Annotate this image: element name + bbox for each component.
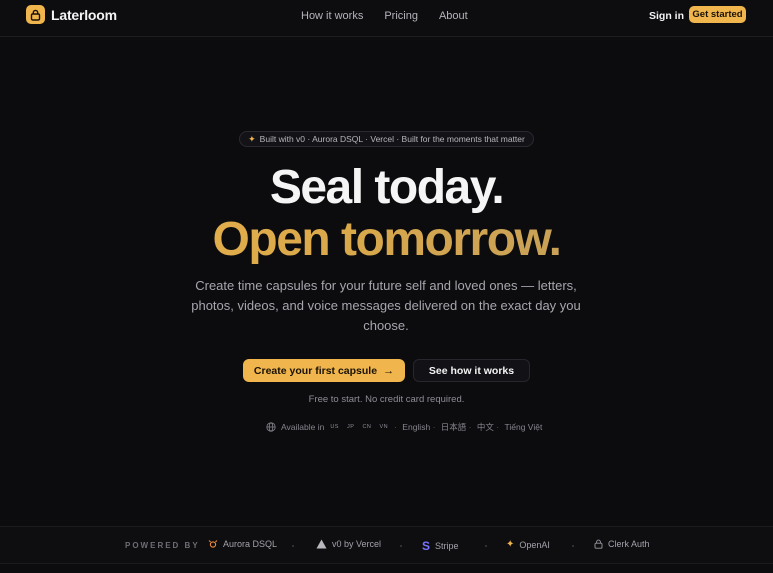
- flag-vn: VN: [379, 424, 389, 430]
- powered-by-strip: POWERED BY Aurora DSQL v0 by Vercel S St…: [0, 526, 773, 564]
- see-how-it-works-button[interactable]: See how it works: [413, 359, 530, 382]
- partner-name: Stripe: [435, 541, 459, 551]
- flag-jp: JP: [347, 424, 355, 430]
- lock-icon: [26, 5, 45, 24]
- stripe-s-icon: S: [422, 539, 431, 553]
- nav-link-how-it-works[interactable]: How it works: [301, 10, 363, 22]
- availability-row: Available in US JP CN VN · English · 日本語…: [266, 421, 542, 433]
- badge-text: Built with v0 · Aurora DSQL · Vercel · B…: [259, 134, 525, 144]
- headline-line-2: Open tomorrow.: [0, 216, 773, 264]
- brand-name: Laterloom: [51, 6, 117, 23]
- partner-v0-vercel: v0 by Vercel: [316, 539, 381, 549]
- arrow-right-icon: →: [383, 364, 395, 377]
- partner-openai: ✦ OpenAI: [506, 539, 550, 550]
- get-started-button[interactable]: Get started: [689, 6, 746, 23]
- language-list: · English · 日本語 · 中文 · Tiếng Việt: [394, 422, 543, 432]
- powered-by-label: POWERED BY: [125, 541, 200, 550]
- language-vietnamese: Tiếng Việt: [504, 422, 543, 432]
- create-capsule-button[interactable]: Create your first capsule →: [243, 359, 405, 382]
- nav-link-about[interactable]: About: [439, 10, 468, 22]
- top-nav: Laterloom How it works Pricing About Sig…: [0, 0, 773, 37]
- partner-name: OpenAI: [519, 539, 550, 550]
- globe-icon: [266, 422, 276, 432]
- brand-logo[interactable]: Laterloom: [26, 5, 117, 24]
- vercel-triangle-icon: [316, 539, 327, 549]
- partner-aurora-dsql: Aurora DSQL: [208, 539, 277, 549]
- partner-stripe: S Stripe: [422, 539, 459, 553]
- partner-clerk-auth: Clerk Auth: [594, 539, 650, 549]
- nav-link-pricing[interactable]: Pricing: [384, 10, 418, 22]
- create-capsule-label: Create your first capsule: [253, 364, 378, 377]
- partner-name: v0 by Vercel: [332, 539, 382, 549]
- available-label: Available in: [281, 422, 325, 432]
- language-japanese: 日本語: [440, 422, 467, 432]
- partner-name: Aurora DSQL: [223, 539, 278, 549]
- hero-subtitle: Create time capsules for your future sel…: [191, 278, 581, 333]
- openai-spark-icon: ✦: [506, 539, 515, 550]
- headline-line-1: Seal today.: [269, 161, 505, 214]
- hero-badge: ✦ Built with v0 · Aurora DSQL · Vercel ·…: [239, 131, 534, 147]
- sign-in-link[interactable]: Sign in: [649, 10, 684, 22]
- free-note: Free to start. No credit card required.: [308, 394, 465, 405]
- flag-us: US: [330, 424, 339, 430]
- sparkle-icon: ✦: [248, 133, 256, 144]
- flag-cn: CN: [362, 424, 372, 430]
- flag-list: US JP CN VN: [330, 424, 394, 430]
- language-english: English: [402, 422, 431, 432]
- aurora-icon: [208, 539, 218, 549]
- language-chinese: 中文: [476, 422, 494, 432]
- lock-icon: [594, 539, 603, 549]
- partner-name: Clerk Auth: [608, 539, 650, 549]
- nav-links: How it works Pricing About: [301, 10, 489, 22]
